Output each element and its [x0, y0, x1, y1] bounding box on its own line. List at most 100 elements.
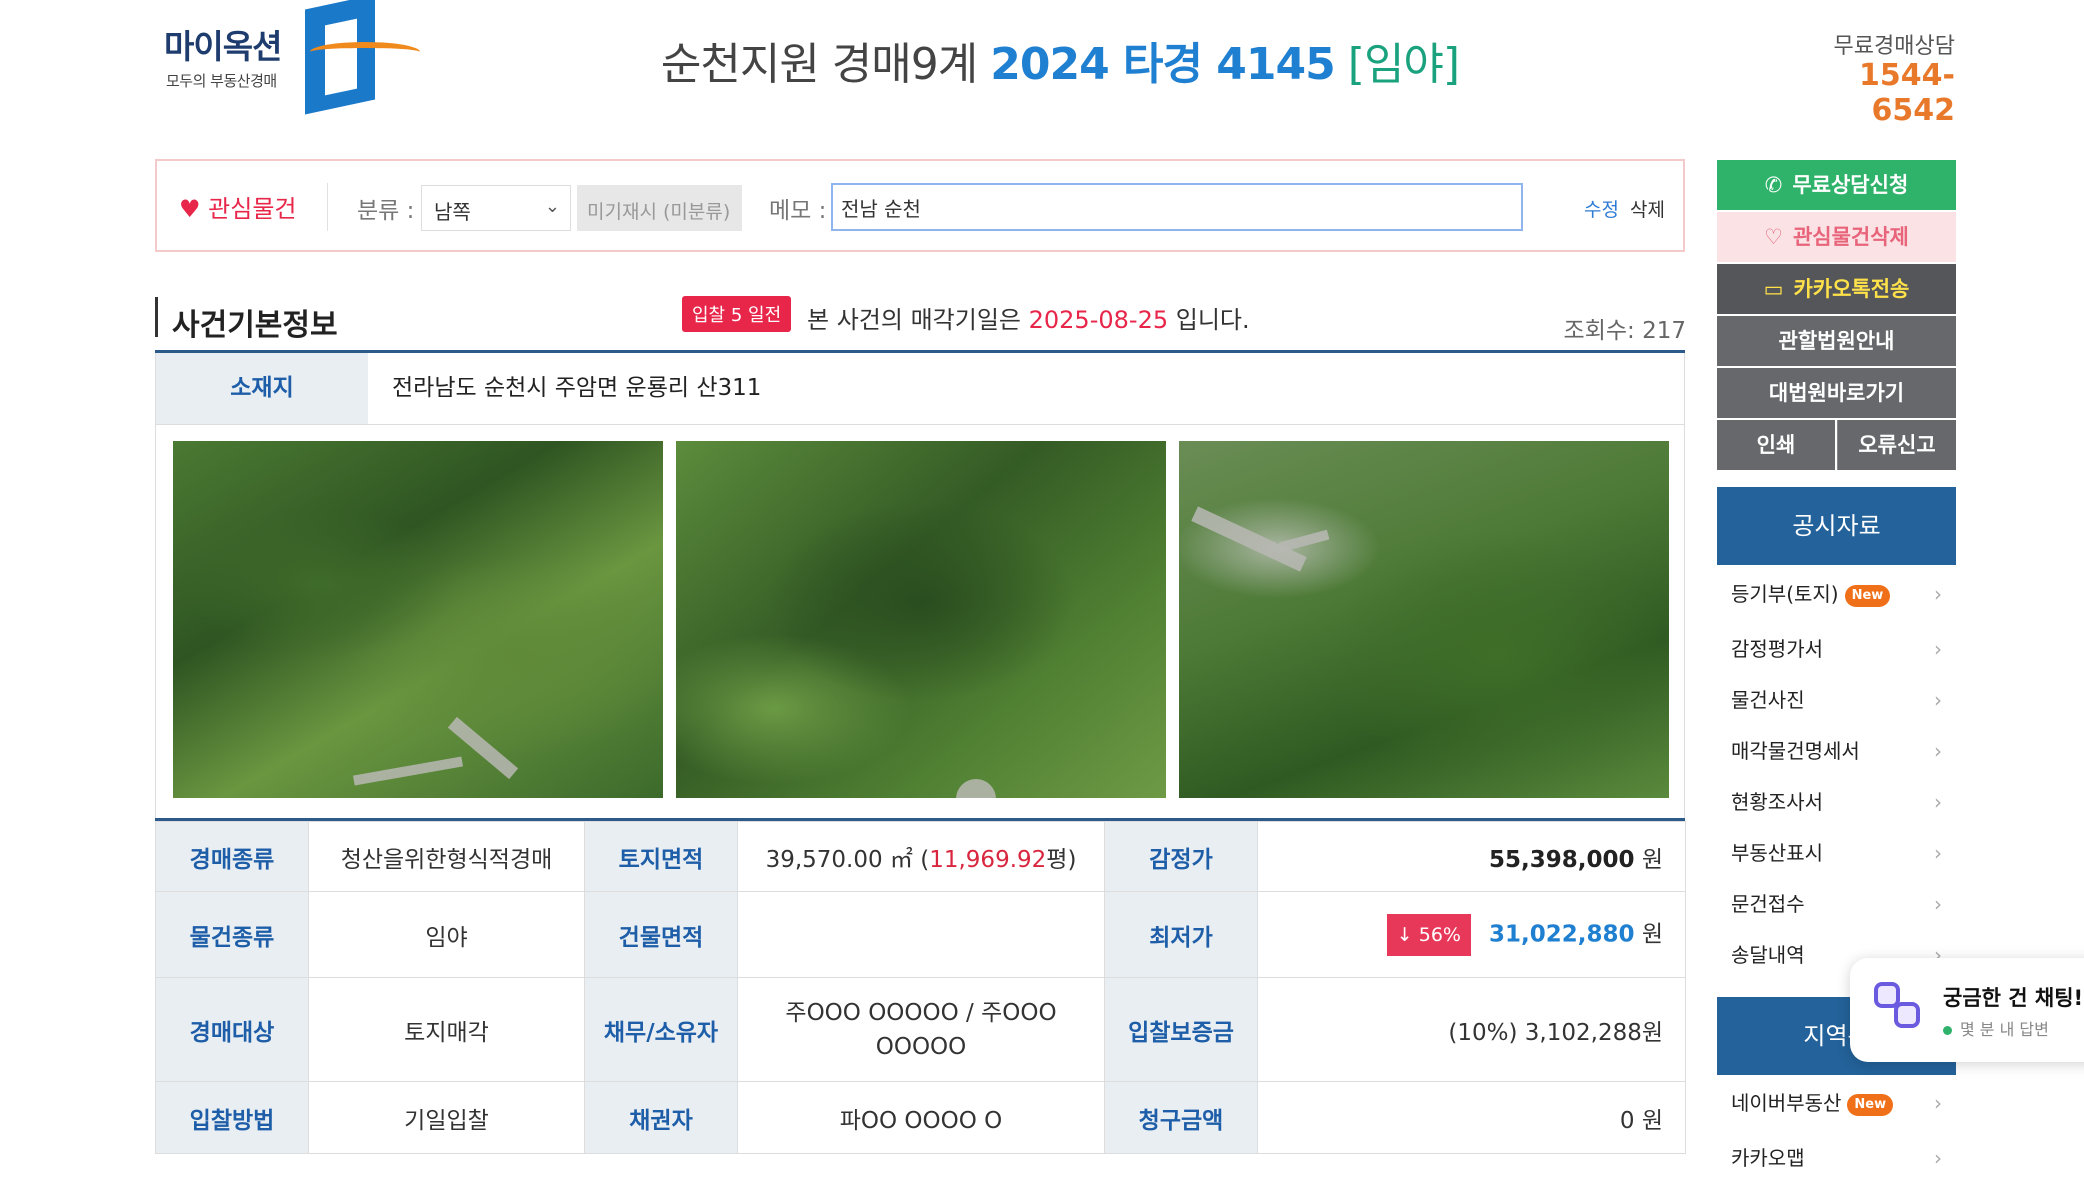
notice-item-label: 송달내역: [1731, 943, 1805, 967]
sale-sentence-pre: 본 사건의 매각기일은: [807, 306, 1021, 334]
interest-label: 관심물건: [208, 195, 297, 223]
notice-item-appraisal[interactable]: 감정평가서 ›: [1717, 624, 1956, 675]
supreme-court-button[interactable]: 대법원바로가기: [1717, 368, 1956, 418]
discount-badge: ↓ 56%: [1386, 913, 1471, 956]
notice-item-documents[interactable]: 문건접수 ›: [1717, 879, 1956, 930]
location-value: 전라남도 순천시 주암면 운룡리 산311: [392, 375, 762, 401]
chevron-right-icon: ›: [1934, 841, 1942, 865]
claim-amount-label: 청구금액: [1104, 1081, 1258, 1154]
property-kind: [임야]: [1347, 39, 1460, 90]
heart-outline-icon: ♡: [1764, 225, 1783, 249]
notice-item-label: 문건접수: [1731, 892, 1805, 916]
error-report-button[interactable]: 오류신고: [1838, 420, 1956, 470]
page-title: 순천지원 경매9계 2024 타경 4145 [임야]: [560, 28, 1560, 92]
min-price-amount: 31,022,880: [1489, 921, 1635, 947]
notice-item-label: 매각물건명세서: [1731, 739, 1860, 763]
notice-item-label: 등기부(토지): [1731, 582, 1839, 606]
sale-date: 2025-08-25: [1028, 306, 1169, 334]
notice-item-sale-spec[interactable]: 매각물건명세서 ›: [1717, 726, 1956, 777]
bid-deposit-value: (10%) 3,102,288원: [1257, 977, 1686, 1082]
court-title: 순천지원 경매9계: [660, 39, 978, 90]
section-marker: [155, 297, 158, 337]
site-logo[interactable]: 마이옥션 모두의 부동산경매: [160, 0, 420, 115]
chatbot-icon: [1872, 980, 1930, 1038]
auction-type-value: 청산을위한형식적경매: [308, 821, 585, 892]
building-area-label: 건물면적: [584, 891, 738, 978]
property-type-value: 임야: [308, 891, 585, 978]
section-title: 사건기본정보: [172, 308, 338, 343]
appraisal-label: 감정가: [1104, 821, 1258, 892]
chevron-right-icon: ›: [1934, 637, 1942, 661]
property-photo-1[interactable]: [173, 441, 663, 798]
consult-label: 무료경매상담: [1833, 34, 1955, 59]
appraisal-unit: 원: [1641, 846, 1663, 873]
memo-input[interactable]: [831, 183, 1523, 231]
chevron-down-icon: ⌄: [544, 196, 560, 217]
chevron-right-icon: ›: [1934, 582, 1942, 606]
notice-item-survey[interactable]: 현황조사서 ›: [1717, 777, 1956, 828]
chevron-right-icon: ›: [1934, 1146, 1942, 1170]
kakao-send-button[interactable]: ▭ 카카오톡전송: [1717, 264, 1956, 314]
memo-label: 메모 :: [769, 198, 827, 224]
sale-date-notice: 본 사건의 매각기일은 2025-08-25 입니다.: [807, 300, 1250, 335]
phone-icon: ✆: [1764, 173, 1783, 197]
sale-sentence-post: 입니다.: [1175, 306, 1250, 334]
land-area-pyeong: 11,969.92: [929, 846, 1047, 873]
delete-link[interactable]: 삭제: [1630, 195, 1665, 222]
property-type-label: 물건종류: [155, 891, 309, 978]
chat-title: 궁금한 건 채팅!: [1943, 986, 2084, 1010]
region-item-label: 카카오맵: [1731, 1146, 1805, 1170]
chat-subtitle-text: 몇 분 내 답변: [1960, 1020, 2049, 1039]
unclassified-button[interactable]: 미기재시 (미분류): [577, 185, 742, 231]
interest-bar: ♥ 관심물건 분류 : 남쪽 ⌄ 미기재시 (미분류) 메모 : 수정 삭제: [155, 159, 1685, 252]
land-area-sqm: 39,570.00 ㎡ (: [765, 846, 930, 873]
chevron-right-icon: ›: [1934, 1091, 1942, 1115]
property-photo-3[interactable]: [1179, 441, 1669, 798]
table-row: 경매종류 청산을위한형식적경매 토지면적 39,570.00 ㎡ (11,969…: [155, 821, 1686, 892]
chat-popup[interactable]: 궁금한 건 채팅! 몇 분 내 답변: [1850, 958, 2084, 1062]
online-dot-icon: [1943, 1026, 1952, 1035]
road-shape: [1278, 529, 1330, 553]
creditor-label: 채권자: [584, 1081, 738, 1154]
property-photo-2[interactable]: [676, 441, 1166, 798]
table-row: 물건종류 임야 건물면적 최저가 ↓ 56% 31,022,880 원: [155, 891, 1686, 978]
min-price-unit: 원: [1641, 921, 1663, 947]
auction-target-label: 경매대상: [155, 977, 309, 1082]
land-area-label: 토지면적: [584, 821, 738, 892]
view-count: 조회수: 217: [1563, 318, 1686, 344]
road-shape: [352, 756, 464, 786]
remove-interest-label: 관심물건삭제: [1792, 225, 1909, 249]
category-value: 남쪽: [434, 200, 471, 224]
court-guide-button[interactable]: 관할법원안내: [1717, 316, 1956, 366]
table-row: 경매대상 토지매각 채무/소유자 주OOO OOOOO / 주OOO OOOOO…: [155, 977, 1686, 1082]
edit-link[interactable]: 수정: [1584, 195, 1619, 222]
print-button[interactable]: 인쇄: [1717, 420, 1835, 470]
creditor-value: 파OO OOOO O: [737, 1081, 1105, 1154]
consult-phone[interactable]: 1544-6542: [1780, 58, 1955, 128]
case-number: 2024 타경 4145: [990, 39, 1336, 90]
location-label: 소재지: [156, 353, 368, 424]
auction-target-value: 토지매각: [308, 977, 585, 1082]
category-select[interactable]: 남쪽 ⌄: [421, 185, 571, 231]
table-row: 입찰방법 기일입찰 채권자 파OO OOOO O 청구금액 0 원: [155, 1081, 1686, 1154]
chevron-right-icon: ›: [1934, 688, 1942, 712]
heart-icon: ♥: [179, 195, 201, 223]
notice-item-label: 부동산표시: [1731, 841, 1823, 865]
bid-countdown-badge: 입찰 5 일전: [682, 296, 792, 332]
new-badge: New: [1844, 584, 1891, 607]
notice-item-registry[interactable]: 등기부(토지) New ›: [1717, 569, 1956, 620]
region-item-kakaomap[interactable]: 카카오맵 ›: [1717, 1133, 1956, 1184]
notice-item-property-display[interactable]: 부동산표시 ›: [1717, 828, 1956, 879]
chevron-right-icon: ›: [1934, 790, 1942, 814]
building-area-value: [737, 891, 1105, 978]
region-item-naver[interactable]: 네이버부동산 New ›: [1717, 1078, 1956, 1129]
notice-item-photos[interactable]: 물건사진 ›: [1717, 675, 1956, 726]
notice-header: 공시자료: [1717, 487, 1956, 565]
debtor-owner-value: 주OOO OOOOO / 주OOO OOOOO: [737, 977, 1105, 1082]
interest-toggle[interactable]: ♥ 관심물건: [179, 189, 296, 224]
bid-deposit-label: 입찰보증금: [1104, 977, 1258, 1082]
free-consult-button[interactable]: ✆ 무료상담신청: [1717, 160, 1956, 210]
debtor-owner-label: 채무/소유자: [584, 977, 738, 1082]
new-badge: New: [1847, 1093, 1894, 1116]
remove-interest-button[interactable]: ♡ 관심물건삭제: [1717, 212, 1956, 262]
